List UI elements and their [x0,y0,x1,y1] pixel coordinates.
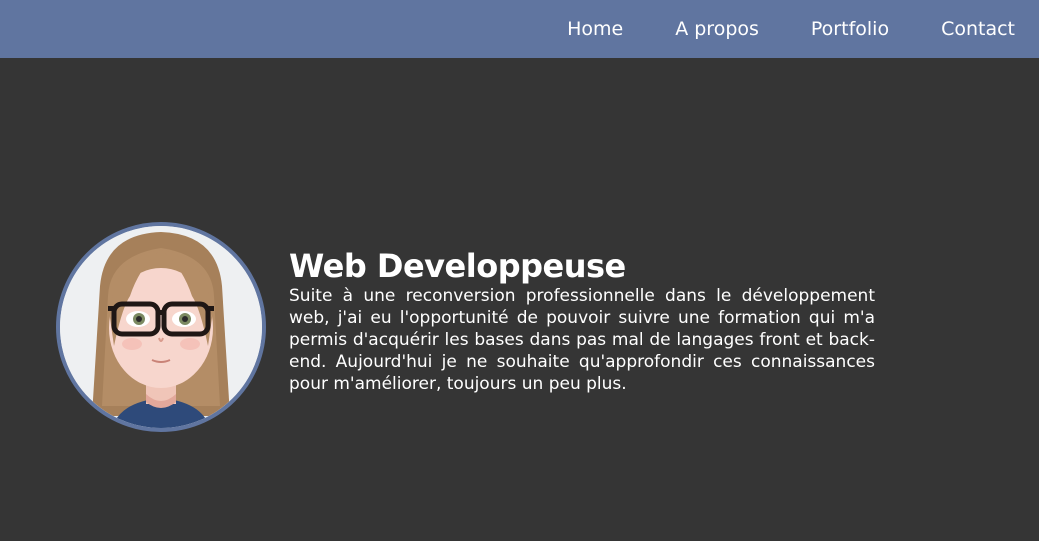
nav-link-home[interactable]: Home [567,18,623,40]
avatar [56,222,266,432]
bio-text: Suite à une reconversion professionnelle… [289,286,875,394]
hero-section: Web Developpeuse Suite à une reconversio… [56,222,875,432]
nav-link-contact[interactable]: Contact [941,18,1015,40]
hero-content: Web Developpeuse Suite à une reconversio… [289,247,875,395]
nav-link-a-propos[interactable]: A propos [675,18,759,40]
nav-menu: Home A propos Portfolio Contact [539,0,1039,58]
nav-link-portfolio[interactable]: Portfolio [811,18,889,40]
navbar: Home A propos Portfolio Contact [0,0,1039,58]
avatar-illustration [60,226,262,428]
page-title: Web Developpeuse [289,247,626,285]
